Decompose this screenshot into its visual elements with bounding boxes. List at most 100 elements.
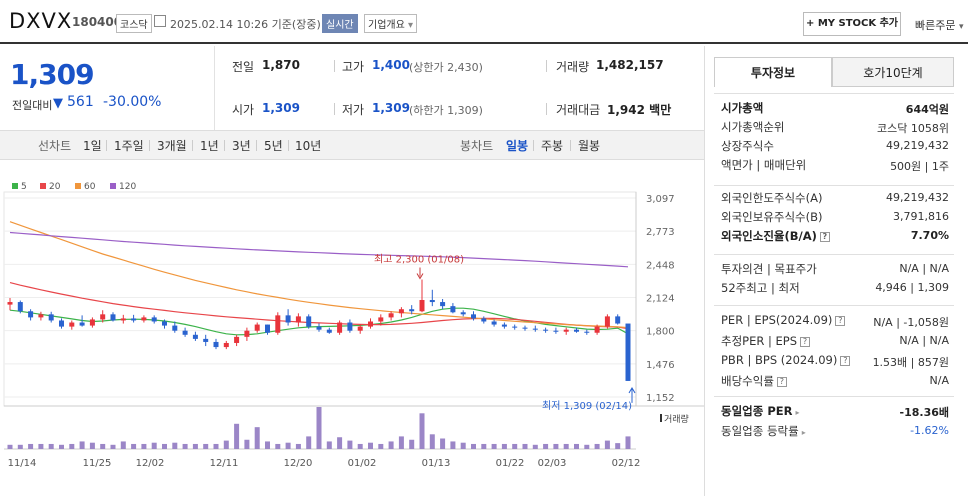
stock-name: DXVX bbox=[9, 9, 73, 33]
legend-swatch bbox=[110, 183, 116, 189]
candle-body bbox=[326, 329, 332, 333]
volume-bar bbox=[625, 436, 631, 449]
info-label: 외국인소진율(B/A)? bbox=[721, 228, 830, 244]
y-tick-label: 3,097 bbox=[646, 194, 675, 205]
candle-body bbox=[584, 331, 590, 333]
volume-bar bbox=[316, 407, 322, 449]
change-percent: -30.00% bbox=[103, 94, 162, 110]
info-value: 644억원 bbox=[905, 103, 949, 116]
period-5y[interactable]: 5년 bbox=[264, 137, 283, 154]
info-label-text: 외국인보유주식수(B) bbox=[721, 210, 823, 224]
candle-body bbox=[604, 316, 610, 327]
upper-limit: (상한가 2,430) bbox=[409, 61, 483, 74]
y-tick-label: 2,448 bbox=[646, 260, 675, 271]
period-1w[interactable]: 1주일 bbox=[114, 137, 144, 154]
volume-bar bbox=[17, 444, 23, 449]
period-3m[interactable]: 3개월 bbox=[157, 137, 187, 154]
divider bbox=[224, 140, 225, 151]
volume-bar bbox=[378, 443, 384, 449]
volume-bar bbox=[234, 423, 240, 449]
volume-bar bbox=[357, 443, 363, 449]
candle-body bbox=[543, 329, 549, 331]
chart-grid bbox=[3, 191, 704, 407]
realtime-button[interactable]: 실시간 bbox=[322, 14, 358, 33]
volume-bar bbox=[244, 439, 250, 449]
period-3y[interactable]: 3년 bbox=[232, 137, 251, 154]
volume-bar bbox=[285, 442, 291, 449]
line-chart-tab[interactable]: 선차트 bbox=[38, 137, 71, 154]
period-1d[interactable]: 1일 bbox=[83, 137, 102, 154]
candle-body bbox=[450, 306, 456, 313]
help-icon[interactable]: ? bbox=[800, 337, 811, 347]
candle-body bbox=[615, 316, 621, 324]
divider bbox=[714, 254, 954, 255]
candle-chart-tab[interactable]: 봉차트 bbox=[460, 137, 493, 154]
info-label: 동일업종 PER ▸ bbox=[721, 403, 799, 419]
volume-bar bbox=[38, 443, 44, 449]
amount-number: 1,942 bbox=[607, 103, 645, 117]
volume-bar bbox=[409, 439, 415, 449]
candle-body bbox=[532, 328, 538, 330]
period-10y[interactable]: 10년 bbox=[295, 137, 321, 154]
volume-bar bbox=[120, 441, 126, 449]
volume-bar bbox=[337, 437, 343, 449]
help-icon[interactable]: ? bbox=[835, 316, 846, 326]
volume-bar bbox=[368, 442, 373, 449]
divider bbox=[256, 140, 257, 151]
chevron-right-icon[interactable]: ▸ bbox=[795, 408, 799, 417]
candle-body bbox=[398, 309, 404, 314]
divider bbox=[714, 185, 954, 186]
info-label-text: 52주최고 | 최저 bbox=[721, 281, 800, 295]
volume-bar bbox=[89, 442, 95, 449]
chart-legend: 5 20 60 120 bbox=[12, 182, 136, 192]
quick-order-button[interactable]: 빠른주문 ▾ bbox=[915, 17, 964, 33]
info-value: N/A | -1,058원 bbox=[873, 316, 949, 329]
tab-orderbook[interactable]: 호가10단계 bbox=[832, 57, 954, 87]
volume-bar bbox=[162, 443, 167, 449]
corp-info-label: 기업개요 bbox=[368, 20, 405, 31]
corp-info-dropdown[interactable]: 기업개요 ▾ bbox=[364, 14, 418, 33]
candle-body bbox=[162, 321, 167, 326]
candle-body bbox=[563, 329, 569, 332]
add-my-stock-button[interactable]: + MY STOCK 추가 bbox=[803, 12, 901, 36]
chevron-right-icon[interactable]: ▸ bbox=[802, 428, 806, 437]
info-label: 시가총액순위 bbox=[721, 119, 784, 135]
info-label-text: 상장주식수 bbox=[721, 139, 774, 153]
period-daily[interactable]: 일봉 bbox=[506, 137, 528, 154]
divider bbox=[106, 140, 107, 151]
candle-body bbox=[347, 322, 353, 331]
y-tick-label: 2,124 bbox=[646, 294, 675, 305]
tab-invest-info[interactable]: 투자정보 bbox=[714, 57, 832, 87]
info-label-text: 외국인소진율(B/A) bbox=[721, 229, 817, 243]
candle-body bbox=[440, 302, 446, 307]
legend-swatch bbox=[40, 183, 46, 189]
volume-bar bbox=[223, 440, 229, 449]
info-value: 7.70% bbox=[910, 229, 949, 242]
period-monthly[interactable]: 월봉 bbox=[578, 137, 600, 154]
period-1y[interactable]: 1년 bbox=[200, 137, 219, 154]
high-annotation: 최고 2,300 (01/08) bbox=[374, 254, 464, 266]
help-icon[interactable]: ? bbox=[819, 232, 830, 242]
volume-bar bbox=[471, 443, 476, 449]
x-tick-label: 01/13 bbox=[422, 458, 451, 468]
candle-body bbox=[471, 314, 476, 319]
y-tick-label: 1,476 bbox=[646, 360, 675, 371]
info-value: -1.62% bbox=[910, 424, 949, 437]
info-value: N/A | N/A bbox=[899, 334, 949, 347]
divider bbox=[714, 93, 954, 94]
help-icon[interactable]: ? bbox=[840, 356, 851, 366]
divider bbox=[334, 103, 335, 115]
help-icon[interactable]: ? bbox=[776, 377, 787, 387]
period-weekly[interactable]: 주봉 bbox=[541, 137, 563, 154]
chevron-down-icon: ▾ bbox=[408, 20, 414, 31]
volume-bar bbox=[203, 443, 209, 449]
volume-bar bbox=[131, 443, 137, 449]
x-tick-label: 02/12 bbox=[612, 458, 641, 468]
x-tick-label: 11/14 bbox=[8, 458, 37, 468]
candle-body bbox=[460, 312, 466, 315]
price-chart[interactable]: 5 20 60 120 3,097 2,773 2,448 2,124 1,800 1,476 1… bbox=[0, 178, 704, 468]
legend-swatch bbox=[75, 183, 81, 189]
volume-bar bbox=[604, 440, 610, 449]
open-label: 시가 bbox=[232, 103, 255, 117]
candle-body bbox=[491, 321, 497, 325]
